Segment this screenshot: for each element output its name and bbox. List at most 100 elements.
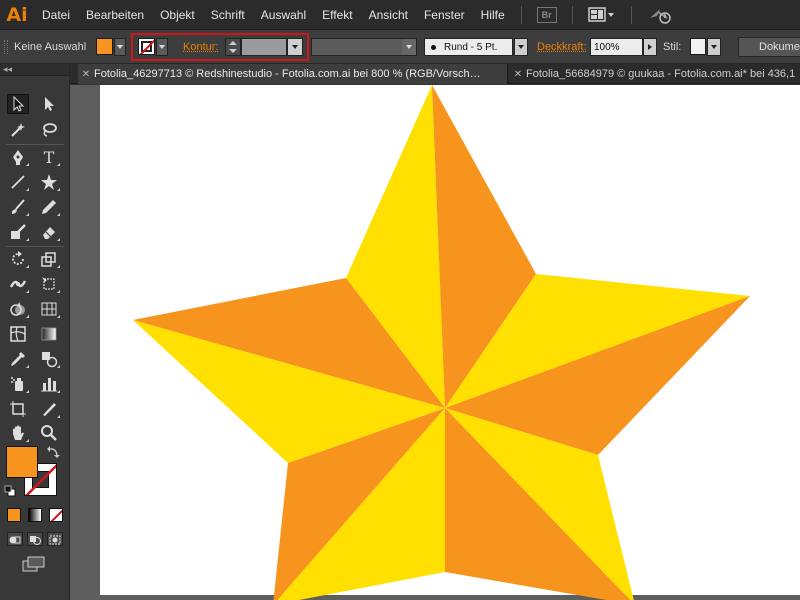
star-artwork[interactable] bbox=[70, 85, 800, 600]
menu-datei[interactable]: Datei bbox=[34, 0, 78, 30]
symbol-sprayer-tool-icon[interactable] bbox=[7, 374, 29, 394]
chevron-down-icon bbox=[406, 45, 412, 49]
menu-bearbeiten[interactable]: Bearbeiten bbox=[78, 0, 152, 30]
menu-schrift[interactable]: Schrift bbox=[203, 0, 253, 30]
variable-width-profile-select[interactable] bbox=[311, 38, 417, 56]
close-icon[interactable]: ✕ bbox=[510, 69, 526, 80]
fill-color-swatch[interactable] bbox=[96, 38, 113, 55]
screen-mode-icon[interactable] bbox=[22, 556, 46, 572]
hand-tool-icon[interactable] bbox=[7, 423, 29, 443]
svg-text:T: T bbox=[44, 148, 55, 166]
fill-color-box[interactable] bbox=[6, 446, 38, 478]
blend-tool-icon[interactable] bbox=[38, 349, 60, 369]
eyedropper-tool-icon[interactable] bbox=[7, 349, 29, 369]
document-tab-label: Fotolia_46297713 © Redshinestudio - Foto… bbox=[94, 68, 481, 80]
type-tool-icon[interactable]: T bbox=[38, 147, 60, 167]
control-bar-grip[interactable] bbox=[4, 40, 8, 54]
graphic-style-swatch[interactable] bbox=[690, 38, 706, 55]
star-tool-icon[interactable] bbox=[38, 172, 60, 192]
menu-objekt[interactable]: Objekt bbox=[152, 0, 203, 30]
chevron-down-icon bbox=[711, 45, 717, 49]
opacity-input[interactable]: 100% bbox=[590, 38, 643, 56]
menu-separator bbox=[571, 5, 573, 24]
arrange-documents-icon[interactable] bbox=[587, 6, 617, 24]
stroke-color-swatch[interactable] bbox=[138, 38, 155, 55]
perspective-grid-tool-icon[interactable] bbox=[38, 299, 60, 319]
color-mode-button[interactable] bbox=[7, 508, 21, 522]
lasso-tool-icon[interactable] bbox=[38, 120, 60, 140]
tool-separator bbox=[6, 246, 64, 247]
swap-fill-stroke-icon[interactable] bbox=[46, 445, 60, 459]
chevron-down-icon bbox=[229, 49, 237, 53]
slice-tool-icon[interactable] bbox=[38, 399, 60, 419]
pencil-tool-icon[interactable] bbox=[38, 197, 60, 217]
line-segment-tool-icon[interactable] bbox=[7, 172, 29, 192]
selection-tool-icon[interactable] bbox=[7, 94, 29, 114]
style-label: Stil: bbox=[663, 41, 682, 53]
blob-brush-tool-icon[interactable] bbox=[7, 222, 29, 242]
panel-collapse-button[interactable]: ◂◂ bbox=[0, 64, 69, 76]
chevron-down-icon bbox=[159, 45, 165, 49]
paintbrush-tool-icon[interactable] bbox=[7, 197, 29, 217]
mesh-tool-icon[interactable] bbox=[7, 324, 29, 344]
chevron-right-icon bbox=[648, 44, 652, 50]
opacity-value: 100% bbox=[594, 41, 620, 53]
menu-ansicht[interactable]: Ansicht bbox=[361, 0, 416, 30]
none-mode-button[interactable] bbox=[49, 508, 63, 522]
brush-select[interactable]: Rund - 5 Pt. bbox=[424, 38, 513, 56]
brush-dropdown-arrow[interactable] bbox=[514, 38, 528, 56]
menu-auswahl[interactable]: Auswahl bbox=[253, 0, 314, 30]
chevron-down-icon bbox=[292, 45, 298, 49]
document-tab[interactable]: ✕ Fotolia_56684979 © guukaa - Fotolia.co… bbox=[510, 64, 800, 84]
opacity-slider-arrow[interactable] bbox=[643, 38, 657, 56]
stroke-label[interactable]: Kontur: bbox=[183, 38, 218, 56]
draw-inside-icon[interactable] bbox=[47, 532, 63, 546]
magic-wand-tool-icon[interactable] bbox=[7, 120, 29, 140]
shape-builder-tool-icon[interactable] bbox=[7, 299, 29, 319]
brush-label: Rund - 5 Pt. bbox=[444, 41, 498, 53]
gradient-mode-button[interactable] bbox=[28, 508, 42, 522]
menu-effekt[interactable]: Effekt bbox=[314, 0, 360, 30]
opacity-label[interactable]: Deckkraft: bbox=[537, 38, 587, 56]
close-icon[interactable]: ✕ bbox=[78, 69, 94, 80]
document-tab-active[interactable]: ✕ Fotolia_46297713 © Redshinestudio - Fo… bbox=[78, 64, 508, 84]
fill-dropdown-arrow[interactable] bbox=[114, 38, 126, 56]
bridge-icon[interactable]: Br bbox=[536, 6, 558, 24]
document-tab-label: Fotolia_56684979 © guukaa - Fotolia.com.… bbox=[526, 68, 796, 80]
width-tool-icon[interactable] bbox=[7, 274, 29, 294]
canvas-area[interactable] bbox=[70, 85, 800, 600]
menu-fenster[interactable]: Fenster bbox=[416, 0, 473, 30]
stroke-weight-dropdown[interactable] bbox=[287, 38, 303, 56]
no-color-icon bbox=[50, 509, 62, 521]
bridge-button-label: Br bbox=[536, 6, 557, 23]
gradient-tool-icon[interactable] bbox=[38, 324, 60, 344]
menu-hilfe[interactable]: Hilfe bbox=[473, 0, 513, 30]
tool-separator bbox=[6, 144, 64, 145]
column-graph-tool-icon[interactable] bbox=[38, 374, 60, 394]
menu-separator bbox=[520, 5, 522, 24]
pen-tool-icon[interactable] bbox=[7, 147, 29, 167]
sync-icon[interactable] bbox=[646, 6, 674, 24]
chevron-down-icon bbox=[518, 45, 524, 49]
profile-dropdown-arrow[interactable] bbox=[402, 39, 416, 55]
draw-normal-icon[interactable] bbox=[7, 532, 23, 546]
style-dropdown-arrow[interactable] bbox=[707, 38, 721, 56]
scale-tool-icon[interactable] bbox=[38, 249, 60, 269]
illustrator-window: Ai Datei Bearbeiten Objekt Schrift Auswa… bbox=[0, 0, 800, 600]
free-transform-tool-icon[interactable] bbox=[38, 274, 60, 294]
stroke-dropdown-arrow[interactable] bbox=[156, 38, 168, 56]
default-fill-stroke-icon[interactable] bbox=[4, 485, 16, 497]
app-logo: Ai bbox=[6, 3, 28, 26]
brush-dot-icon bbox=[431, 44, 436, 50]
document-tab-bar: ✕ Fotolia_46297713 © Redshinestudio - Fo… bbox=[70, 64, 800, 84]
eraser-tool-icon[interactable] bbox=[38, 222, 60, 242]
stroke-weight-input[interactable] bbox=[241, 38, 287, 56]
stroke-weight-stepper[interactable] bbox=[225, 38, 241, 56]
artboard-tool-icon[interactable] bbox=[7, 399, 29, 419]
document-setup-button[interactable]: Dokumen bbox=[738, 37, 800, 57]
rotate-tool-icon[interactable] bbox=[7, 249, 29, 269]
chevron-down-icon bbox=[117, 45, 123, 49]
direct-selection-tool-icon[interactable] bbox=[38, 94, 60, 114]
draw-behind-icon[interactable] bbox=[27, 532, 43, 546]
zoom-tool-icon[interactable] bbox=[38, 423, 60, 443]
